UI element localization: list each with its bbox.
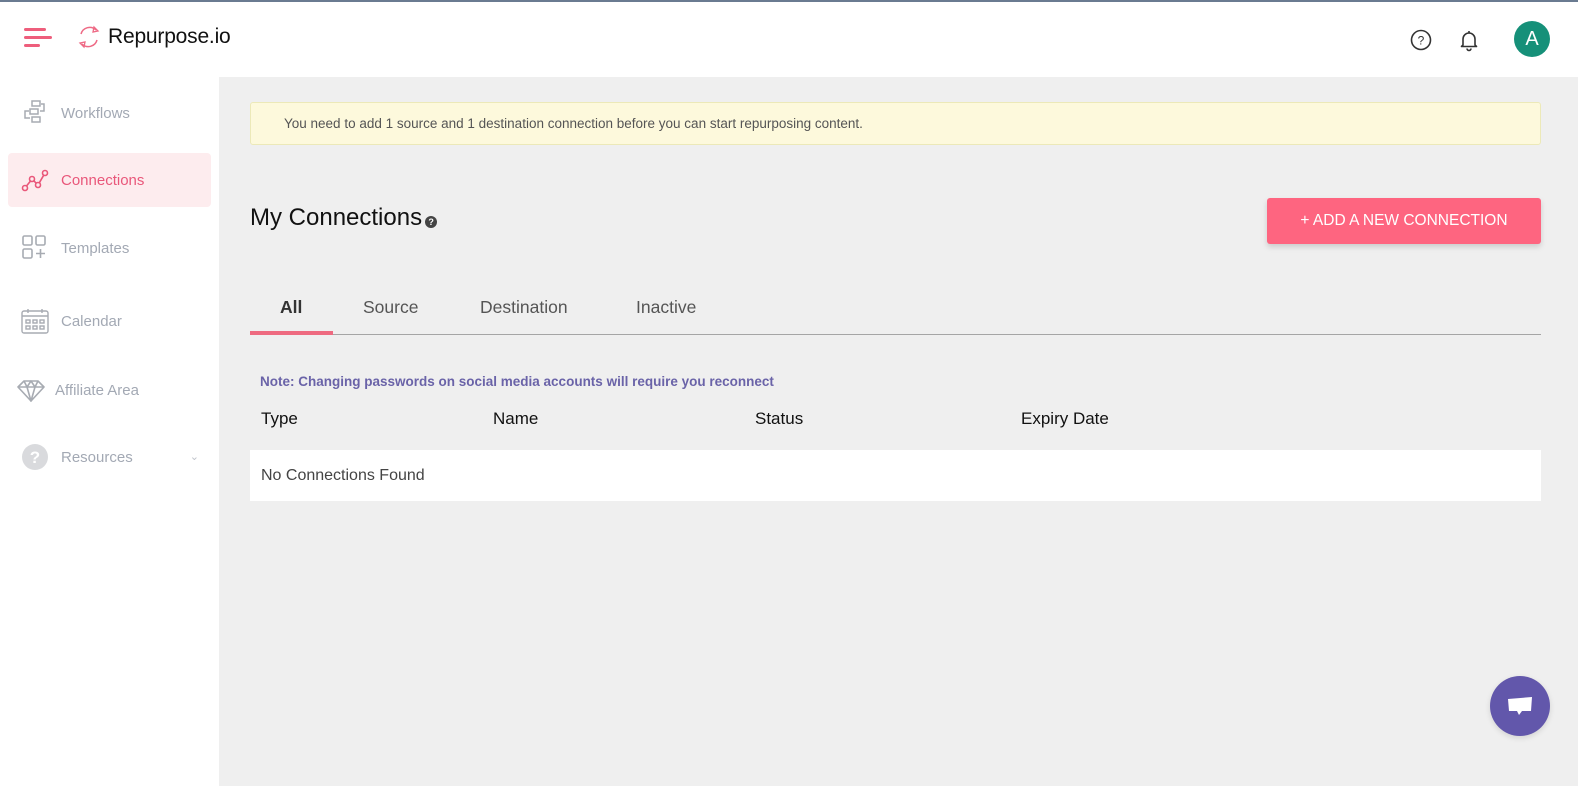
reconnect-note: Note: Changing passwords on social media… <box>260 374 774 389</box>
tab-destination[interactable]: Destination <box>480 297 568 318</box>
page-title: My Connections ? <box>250 204 438 232</box>
brand-name: Repurpose.io <box>108 25 231 48</box>
tab-inactive[interactable]: Inactive <box>636 297 696 318</box>
tab-all[interactable]: All <box>280 297 302 318</box>
sidebar-item-label: Workflows <box>61 104 130 122</box>
sidebar-item-workflows[interactable]: Workflows <box>8 86 211 140</box>
user-avatar[interactable]: A <box>1514 21 1550 57</box>
hamburger-bar <box>24 44 40 47</box>
question-circle-icon: ? <box>20 442 50 472</box>
calendar-icon <box>20 306 50 336</box>
sidebar-item-label: Calendar <box>61 312 122 330</box>
sidebar-item-templates[interactable]: Templates <box>8 221 211 275</box>
templates-icon <box>20 233 50 263</box>
svg-text:?: ? <box>1418 34 1425 48</box>
help-icon[interactable]: ? <box>425 216 438 228</box>
help-button[interactable]: ? <box>1409 28 1433 52</box>
notifications-button[interactable] <box>1457 28 1481 52</box>
tab-source[interactable]: Source <box>363 297 418 318</box>
connections-icon <box>20 165 50 195</box>
chat-widget-button[interactable] <box>1490 676 1550 736</box>
sidebar: Workflows Connections Templates Calendar… <box>0 77 219 786</box>
connection-tabs: All Source Destination Inactive <box>250 283 1541 335</box>
column-header-type: Type <box>261 409 298 428</box>
page-title-text: My Connections <box>250 204 423 231</box>
diamond-icon <box>16 375 46 405</box>
empty-table-row: No Connections Found <box>250 450 1541 501</box>
sidebar-item-connections[interactable]: Connections <box>8 153 211 207</box>
avatar-initial: A <box>1525 27 1539 50</box>
sidebar-item-affiliate-area[interactable]: Affiliate Area <box>8 363 211 417</box>
help-icon: ? <box>1410 29 1432 51</box>
sidebar-item-label: Templates <box>61 239 130 257</box>
menu-toggle-button[interactable] <box>24 28 52 48</box>
svg-text:?: ? <box>30 448 40 467</box>
sidebar-item-label: Affiliate Area <box>55 381 139 399</box>
hamburger-bar <box>24 36 52 39</box>
repurpose-logo-icon <box>78 25 100 49</box>
active-tab-indicator <box>250 331 333 335</box>
main-content: You need to add 1 source and 1 destinati… <box>219 77 1578 786</box>
sidebar-item-calendar[interactable]: Calendar <box>8 294 211 348</box>
chat-bubble-icon <box>1508 697 1532 715</box>
sidebar-item-resources[interactable]: ? Resources ⌄ <box>8 430 211 484</box>
column-header-status: Status <box>755 409 804 428</box>
chevron-down-icon[interactable]: ⌄ <box>190 450 199 463</box>
bell-icon <box>1460 31 1478 52</box>
column-header-expiry-date: Expiry Date <box>1021 409 1109 428</box>
warning-alert: You need to add 1 source and 1 destinati… <box>250 102 1541 145</box>
brand-logo[interactable]: Repurpose.io <box>76 24 231 50</box>
hamburger-bar <box>24 28 46 31</box>
sidebar-item-label: Resources <box>61 448 133 466</box>
column-header-name: Name <box>493 409 539 428</box>
top-header: Repurpose.io ? A <box>0 2 1578 77</box>
sidebar-item-label: Connections <box>61 171 145 189</box>
workflows-icon <box>20 98 50 128</box>
add-connection-button[interactable]: + ADD A NEW CONNECTION <box>1267 198 1541 244</box>
